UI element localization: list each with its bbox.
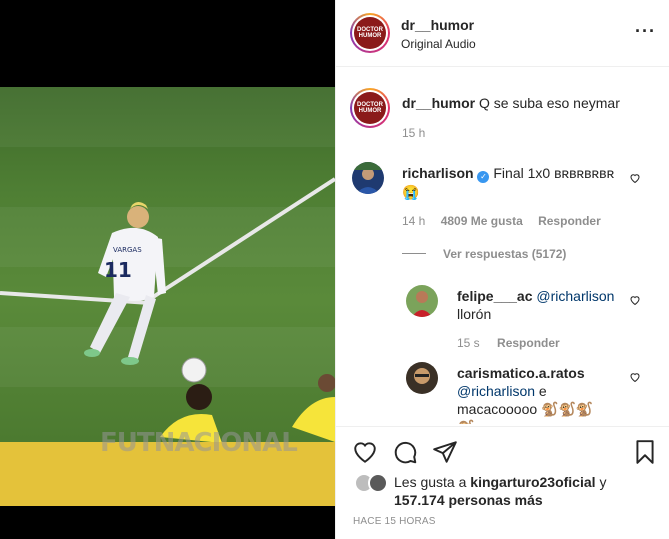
player-white [84,202,166,365]
comment-icon[interactable] [392,439,418,465]
comment-meta: 14 h 4809 Me gusta Responder [402,214,601,228]
author-logo: DOCTOR HUMOR [354,17,386,49]
jersey-number: 11 [104,258,132,282]
video-player[interactable]: VARGAS 11 FUTNACIONAL [0,0,335,539]
reply-meta: 15 s Responder [457,336,560,350]
post-panel: DOCTOR HUMOR dr__humor Original Audio ··… [335,0,669,539]
comment-like-heart-icon[interactable] [629,172,641,184]
reply-username[interactable]: felipe___ac [457,288,533,304]
comment: richarlison ✓ Final 1x0 ʙʀʙʀʙʀʙʀ 😭 [402,164,622,201]
reply: felipe___ac @richarlison llorón [457,287,627,323]
player-yellow-2 [292,374,335,442]
post-header: DOCTOR HUMOR dr__humor Original Audio ··… [336,0,669,67]
likes-user[interactable]: kingarturo23oficial [470,474,595,490]
caption-username[interactable]: dr__humor [402,95,475,111]
comment-time[interactable]: 14 h [402,214,425,228]
caption-time[interactable]: 15 h [402,126,425,140]
reply-avatar[interactable] [406,285,438,317]
comment-reply-button[interactable]: Responder [538,214,601,228]
reply: carismatico.a.ratos @richarlison e macac… [457,364,627,424]
audio-label[interactable]: Original Audio [401,37,476,51]
caption: dr__humor Q se suba eso neymar [402,94,652,112]
caption-avatar[interactable]: DOCTOR HUMOR [350,88,390,128]
reply-text: e [538,383,547,399]
crying-emoji: 😭 [402,184,420,200]
author-avatar[interactable]: DOCTOR HUMOR [350,13,390,53]
caption-text: Q se suba eso neymar [479,95,620,111]
comment-likes[interactable]: 4809 Me gusta [441,214,523,228]
replies-divider [402,253,426,254]
reply-avatar[interactable] [406,362,438,394]
reply-text: llorón [457,306,492,322]
view-replies-button[interactable]: Ver respuestas (5172) [443,247,566,261]
caption-avatar-logo: DOCTOR HUMOR [354,92,386,124]
reply-username[interactable]: carismatico.a.ratos [457,365,585,381]
reply-text-line2: macacooooo 🐒🐒🐒 [457,401,594,417]
jersey-name: VARGAS [113,246,142,254]
reply-time[interactable]: 15 s [457,336,480,350]
reply-mention[interactable]: @richarlison [536,288,614,304]
post-timestamp[interactable]: HACE 15 HORAS [353,516,436,527]
video-frame: VARGAS 11 [0,87,335,442]
reply-like-heart-icon[interactable] [629,371,641,383]
share-icon[interactable] [432,439,458,465]
match-scene: VARGAS 11 [0,177,335,442]
reply-reply-button[interactable]: Responder [497,336,560,350]
more-options-icon[interactable]: ··· [635,22,656,40]
likes-count[interactable]: 157.174 personas más [394,492,543,508]
commenter-avatar[interactable] [352,162,384,194]
verified-badge-icon: ✓ [477,171,490,183]
liker-avatar[interactable] [368,473,388,493]
video-watermark: FUTNACIONAL [100,428,298,458]
likes-connector: y [599,474,607,490]
reply-text-line3: 🐒 [457,419,474,424]
video-letterbox [0,506,335,539]
likes-summary: Les gusta a kingarturo23oficial y 157.17… [394,473,664,509]
heart-icon[interactable] [352,439,378,465]
author-username[interactable]: dr__humor [401,17,474,33]
comment-username[interactable]: richarlison [402,165,474,181]
reply-like-heart-icon[interactable] [629,294,641,306]
bookmark-icon[interactable] [632,439,658,465]
likes-prefix: Les gusta a [394,474,467,490]
reply-mention[interactable]: @richarlison [457,383,535,399]
comment-text: Final 1x0 ʙʀʙʀʙʀʙʀ [493,165,615,181]
ball [181,357,207,383]
